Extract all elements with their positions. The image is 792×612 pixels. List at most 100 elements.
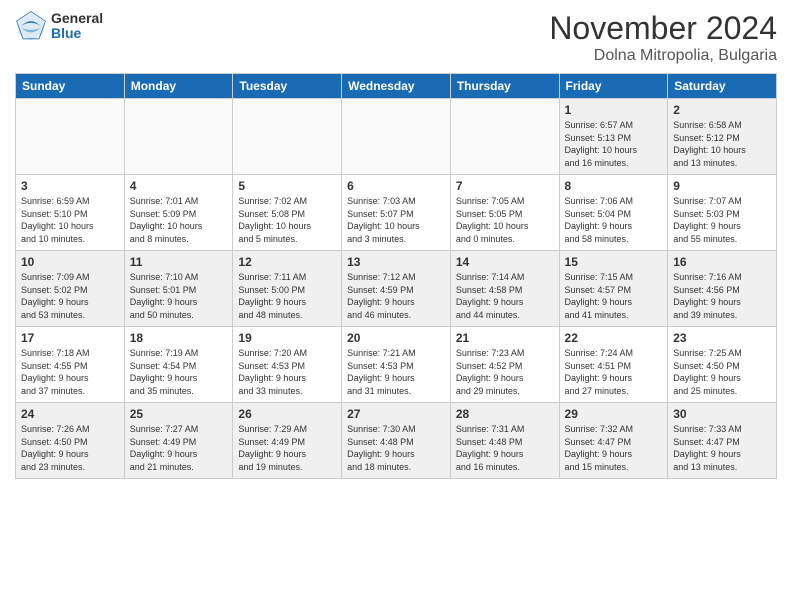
day-number: 9 xyxy=(673,179,771,193)
day-info: Sunrise: 7:19 AM Sunset: 4:54 PM Dayligh… xyxy=(130,347,228,397)
calendar-cell: 24 Sunrise: 7:26 AM Sunset: 4:50 PM Dayli… xyxy=(16,403,125,479)
day-number: 17 xyxy=(21,331,119,345)
calendar-cell: 8Sunrise: 7:06 AM Sunset: 5:04 PM Daylig… xyxy=(559,175,668,251)
day-number: 25 xyxy=(130,407,228,421)
header-saturday: Saturday xyxy=(668,74,777,99)
calendar-cell: 3 Sunrise: 6:59 AM Sunset: 5:10 PM Daylig… xyxy=(16,175,125,251)
header-friday: Friday xyxy=(559,74,668,99)
day-info: Sunrise: 7:25 AM Sunset: 4:50 PM Dayligh… xyxy=(673,347,771,397)
day-number: 18 xyxy=(130,331,228,345)
day-number: 24 xyxy=(21,407,119,421)
logo-text: General Blue xyxy=(51,11,103,42)
day-number: 29 xyxy=(565,407,663,421)
month-title: November 2024 xyxy=(549,10,777,47)
day-info: Sunrise: 7:11 AM Sunset: 5:00 PM Dayligh… xyxy=(238,271,336,321)
logo: General Blue xyxy=(15,10,103,42)
calendar-cell xyxy=(124,99,233,175)
day-info: Sunrise: 7:03 AM Sunset: 5:07 PM Dayligh… xyxy=(347,195,445,245)
calendar-week-5: 24 Sunrise: 7:26 AM Sunset: 4:50 PM Dayli… xyxy=(16,403,777,479)
day-number: 23 xyxy=(673,331,771,345)
calendar-cell: 10Sunrise: 7:09 AM Sunset: 5:02 PM Dayli… xyxy=(16,251,125,327)
calendar-week-2: 3 Sunrise: 6:59 AM Sunset: 5:10 PM Daylig… xyxy=(16,175,777,251)
day-info: Sunrise: 7:24 AM Sunset: 4:51 PM Dayligh… xyxy=(565,347,663,397)
day-number: 13 xyxy=(347,255,445,269)
day-number: 1 xyxy=(565,103,663,117)
calendar-cell: 4Sunrise: 7:01 AM Sunset: 5:09 PM Daylig… xyxy=(124,175,233,251)
day-info: Sunrise: 7:20 AM Sunset: 4:53 PM Dayligh… xyxy=(238,347,336,397)
calendar-cell: 13 Sunrise: 7:12 AM Sunset: 4:59 PM Dayli… xyxy=(342,251,451,327)
header-thursday: Thursday xyxy=(450,74,559,99)
day-number: 3 xyxy=(21,179,119,193)
day-number: 19 xyxy=(238,331,336,345)
calendar-week-4: 17 Sunrise: 7:18 AM Sunset: 4:55 PM Dayli… xyxy=(16,327,777,403)
day-number: 16 xyxy=(673,255,771,269)
calendar-cell: 25 Sunrise: 7:27 AM Sunset: 4:49 PM Dayli… xyxy=(124,403,233,479)
day-number: 11 xyxy=(130,255,228,269)
calendar-cell: 11 Sunrise: 7:10 AM Sunset: 5:01 PM Dayli… xyxy=(124,251,233,327)
calendar-cell xyxy=(233,99,342,175)
day-number: 7 xyxy=(456,179,554,193)
calendar-cell: 12 Sunrise: 7:11 AM Sunset: 5:00 PM Dayli… xyxy=(233,251,342,327)
calendar-cell: 23 Sunrise: 7:25 AM Sunset: 4:50 PM Dayli… xyxy=(668,327,777,403)
calendar-cell xyxy=(342,99,451,175)
day-info: Sunrise: 7:15 AM Sunset: 4:57 PM Dayligh… xyxy=(565,271,663,321)
day-info: Sunrise: 7:33 AM Sunset: 4:47 PM Dayligh… xyxy=(673,423,771,473)
day-number: 28 xyxy=(456,407,554,421)
day-info: Sunrise: 7:26 AM Sunset: 4:50 PM Dayligh… xyxy=(21,423,119,473)
day-info: Sunrise: 6:59 AM Sunset: 5:10 PM Dayligh… xyxy=(21,195,119,245)
day-number: 8 xyxy=(565,179,663,193)
day-number: 5 xyxy=(238,179,336,193)
day-info: Sunrise: 6:58 AM Sunset: 5:12 PM Dayligh… xyxy=(673,119,771,169)
day-info: Sunrise: 7:10 AM Sunset: 5:01 PM Dayligh… xyxy=(130,271,228,321)
header-row: Sunday Monday Tuesday Wednesday Thursday… xyxy=(16,74,777,99)
calendar-cell xyxy=(16,99,125,175)
day-number: 20 xyxy=(347,331,445,345)
day-number: 14 xyxy=(456,255,554,269)
location-subtitle: Dolna Mitropolia, Bulgaria xyxy=(549,47,777,65)
day-info: Sunrise: 7:07 AM Sunset: 5:03 PM Dayligh… xyxy=(673,195,771,245)
calendar-table: Sunday Monday Tuesday Wednesday Thursday… xyxy=(15,73,777,479)
header-monday: Monday xyxy=(124,74,233,99)
calendar-cell: 26 Sunrise: 7:29 AM Sunset: 4:49 PM Dayli… xyxy=(233,403,342,479)
day-number: 15 xyxy=(565,255,663,269)
day-number: 21 xyxy=(456,331,554,345)
day-info: Sunrise: 7:18 AM Sunset: 4:55 PM Dayligh… xyxy=(21,347,119,397)
calendar-cell: 18 Sunrise: 7:19 AM Sunset: 4:54 PM Dayli… xyxy=(124,327,233,403)
day-number: 30 xyxy=(673,407,771,421)
day-number: 6 xyxy=(347,179,445,193)
day-info: Sunrise: 7:32 AM Sunset: 4:47 PM Dayligh… xyxy=(565,423,663,473)
day-number: 12 xyxy=(238,255,336,269)
day-info: Sunrise: 7:29 AM Sunset: 4:49 PM Dayligh… xyxy=(238,423,336,473)
header-tuesday: Tuesday xyxy=(233,74,342,99)
calendar-body: 1 Sunrise: 6:57 AM Sunset: 5:13 PM Daylig… xyxy=(16,99,777,479)
day-info: Sunrise: 7:02 AM Sunset: 5:08 PM Dayligh… xyxy=(238,195,336,245)
day-info: Sunrise: 7:12 AM Sunset: 4:59 PM Dayligh… xyxy=(347,271,445,321)
calendar-cell: 29 Sunrise: 7:32 AM Sunset: 4:47 PM Dayli… xyxy=(559,403,668,479)
page-container: General Blue November 2024 Dolna Mitropo… xyxy=(0,0,792,489)
calendar-cell: 19 Sunrise: 7:20 AM Sunset: 4:53 PM Dayli… xyxy=(233,327,342,403)
title-area: November 2024 Dolna Mitropolia, Bulgaria xyxy=(549,10,777,65)
day-info: Sunrise: 7:05 AM Sunset: 5:05 PM Dayligh… xyxy=(456,195,554,245)
day-info: Sunrise: 7:23 AM Sunset: 4:52 PM Dayligh… xyxy=(456,347,554,397)
calendar-cell: 22Sunrise: 7:24 AM Sunset: 4:51 PM Dayli… xyxy=(559,327,668,403)
day-info: Sunrise: 7:01 AM Sunset: 5:09 PM Dayligh… xyxy=(130,195,228,245)
day-number: 2 xyxy=(673,103,771,117)
calendar-cell xyxy=(450,99,559,175)
calendar-cell: 9 Sunrise: 7:07 AM Sunset: 5:03 PM Daylig… xyxy=(668,175,777,251)
calendar-week-1: 1 Sunrise: 6:57 AM Sunset: 5:13 PM Daylig… xyxy=(16,99,777,175)
calendar-cell: 5 Sunrise: 7:02 AM Sunset: 5:08 PM Daylig… xyxy=(233,175,342,251)
calendar-cell: 21 Sunrise: 7:23 AM Sunset: 4:52 PM Dayli… xyxy=(450,327,559,403)
day-info: Sunrise: 6:57 AM Sunset: 5:13 PM Dayligh… xyxy=(565,119,663,169)
day-info: Sunrise: 7:27 AM Sunset: 4:49 PM Dayligh… xyxy=(130,423,228,473)
calendar-cell: 28Sunrise: 7:31 AM Sunset: 4:48 PM Dayli… xyxy=(450,403,559,479)
calendar-header: Sunday Monday Tuesday Wednesday Thursday… xyxy=(16,74,777,99)
calendar-cell: 15 Sunrise: 7:15 AM Sunset: 4:57 PM Dayli… xyxy=(559,251,668,327)
logo-blue-text: Blue xyxy=(51,26,103,41)
calendar-cell: 1 Sunrise: 6:57 AM Sunset: 5:13 PM Daylig… xyxy=(559,99,668,175)
day-info: Sunrise: 7:30 AM Sunset: 4:48 PM Dayligh… xyxy=(347,423,445,473)
day-number: 26 xyxy=(238,407,336,421)
day-info: Sunrise: 7:09 AM Sunset: 5:02 PM Dayligh… xyxy=(21,271,119,321)
header: General Blue November 2024 Dolna Mitropo… xyxy=(15,10,777,65)
calendar-cell: 7 Sunrise: 7:05 AM Sunset: 5:05 PM Daylig… xyxy=(450,175,559,251)
day-info: Sunrise: 7:14 AM Sunset: 4:58 PM Dayligh… xyxy=(456,271,554,321)
